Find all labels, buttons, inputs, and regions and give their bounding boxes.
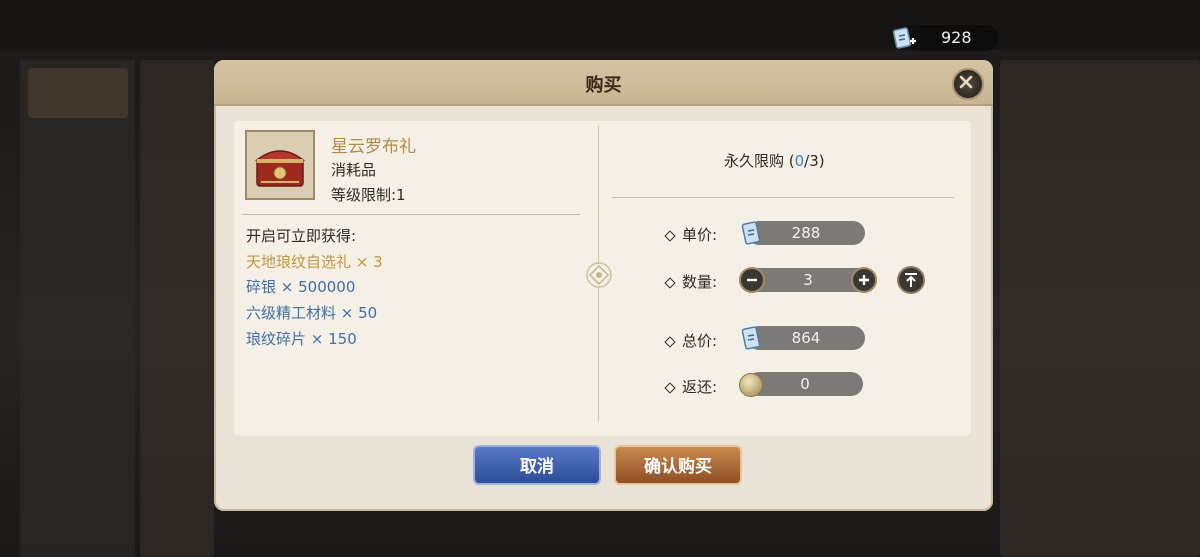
reward-item: 琅纹碎片 × 150 xyxy=(246,330,357,348)
ticket-icon xyxy=(741,326,761,350)
purchase-limit: 永久限购 (0/3) xyxy=(724,150,825,171)
quantity-label-row: 数量: xyxy=(664,271,718,292)
quantity-label: 数量: xyxy=(682,273,718,291)
refund-label-row: 返还: xyxy=(664,376,718,397)
refund-value: 0 xyxy=(747,372,863,396)
purchase-limit-max: /3) xyxy=(804,152,825,170)
limit-divider xyxy=(612,197,954,198)
ticket-icon xyxy=(741,221,761,245)
refund-label: 返还: xyxy=(682,378,718,396)
unit-price-value: 288 xyxy=(747,221,865,245)
diamond-bullet-icon xyxy=(664,229,676,242)
ornament-icon xyxy=(586,262,612,288)
item-name: 星云罗布礼 xyxy=(331,137,416,157)
item-icon-frame xyxy=(245,130,315,200)
reward-item: 天地琅纹自选礼 × 3 xyxy=(246,253,383,271)
dialog-title: 购买 xyxy=(585,75,622,96)
decrease-quantity-button[interactable] xyxy=(739,267,765,293)
ticket-plus-icon xyxy=(893,27,916,49)
diamond-bullet-icon xyxy=(664,381,676,394)
background-panel-left xyxy=(140,60,214,557)
reward-item: 六级精工材料 × 50 xyxy=(246,304,378,322)
background-side-menu xyxy=(20,60,135,557)
background-panel-right xyxy=(1000,60,1200,557)
confirm-purchase-button[interactable]: 确认购买 xyxy=(614,445,742,485)
max-arrow-icon xyxy=(905,273,917,287)
purchase-limit-label: 永久限购 ( xyxy=(724,152,795,170)
background-tab xyxy=(28,68,128,118)
increase-quantity-button[interactable] xyxy=(851,267,877,293)
close-button[interactable] xyxy=(952,68,984,100)
background-top-bar xyxy=(0,0,1200,50)
purchase-dialog: 购买 星云罗布礼 消耗品 等级限制:1 开启可立即获得: 天地琅纹自选礼 × 3… xyxy=(214,60,993,511)
total-price-value: 864 xyxy=(747,326,865,350)
item-level-limit: 等级限制:1 xyxy=(331,186,406,204)
treasure-chest-icon xyxy=(254,150,306,187)
plus-icon xyxy=(859,275,869,285)
close-icon xyxy=(959,75,973,89)
unit-price-label: 单价: xyxy=(682,226,718,244)
rewards-title: 开启可立即获得: xyxy=(246,227,357,245)
dialog-header: 购买 xyxy=(214,60,993,106)
diamond-bullet-icon xyxy=(664,276,676,289)
total-price-label: 总价: xyxy=(682,332,718,350)
coin-pouch-icon xyxy=(739,373,763,397)
item-divider xyxy=(242,214,580,215)
total-price-label-row: 总价: xyxy=(664,330,718,351)
unit-price-label-row: 单价: xyxy=(664,224,718,245)
max-quantity-button[interactable] xyxy=(897,266,925,294)
minus-icon xyxy=(747,278,757,282)
currency-value: 928 xyxy=(941,28,972,47)
item-type: 消耗品 xyxy=(331,161,377,179)
reward-item: 碎银 × 500000 xyxy=(246,278,356,296)
purchase-limit-current: 0 xyxy=(794,152,805,170)
cancel-button[interactable]: 取消 xyxy=(473,445,601,485)
currency-display[interactable]: 928 xyxy=(893,25,999,51)
diamond-bullet-icon xyxy=(664,335,676,348)
